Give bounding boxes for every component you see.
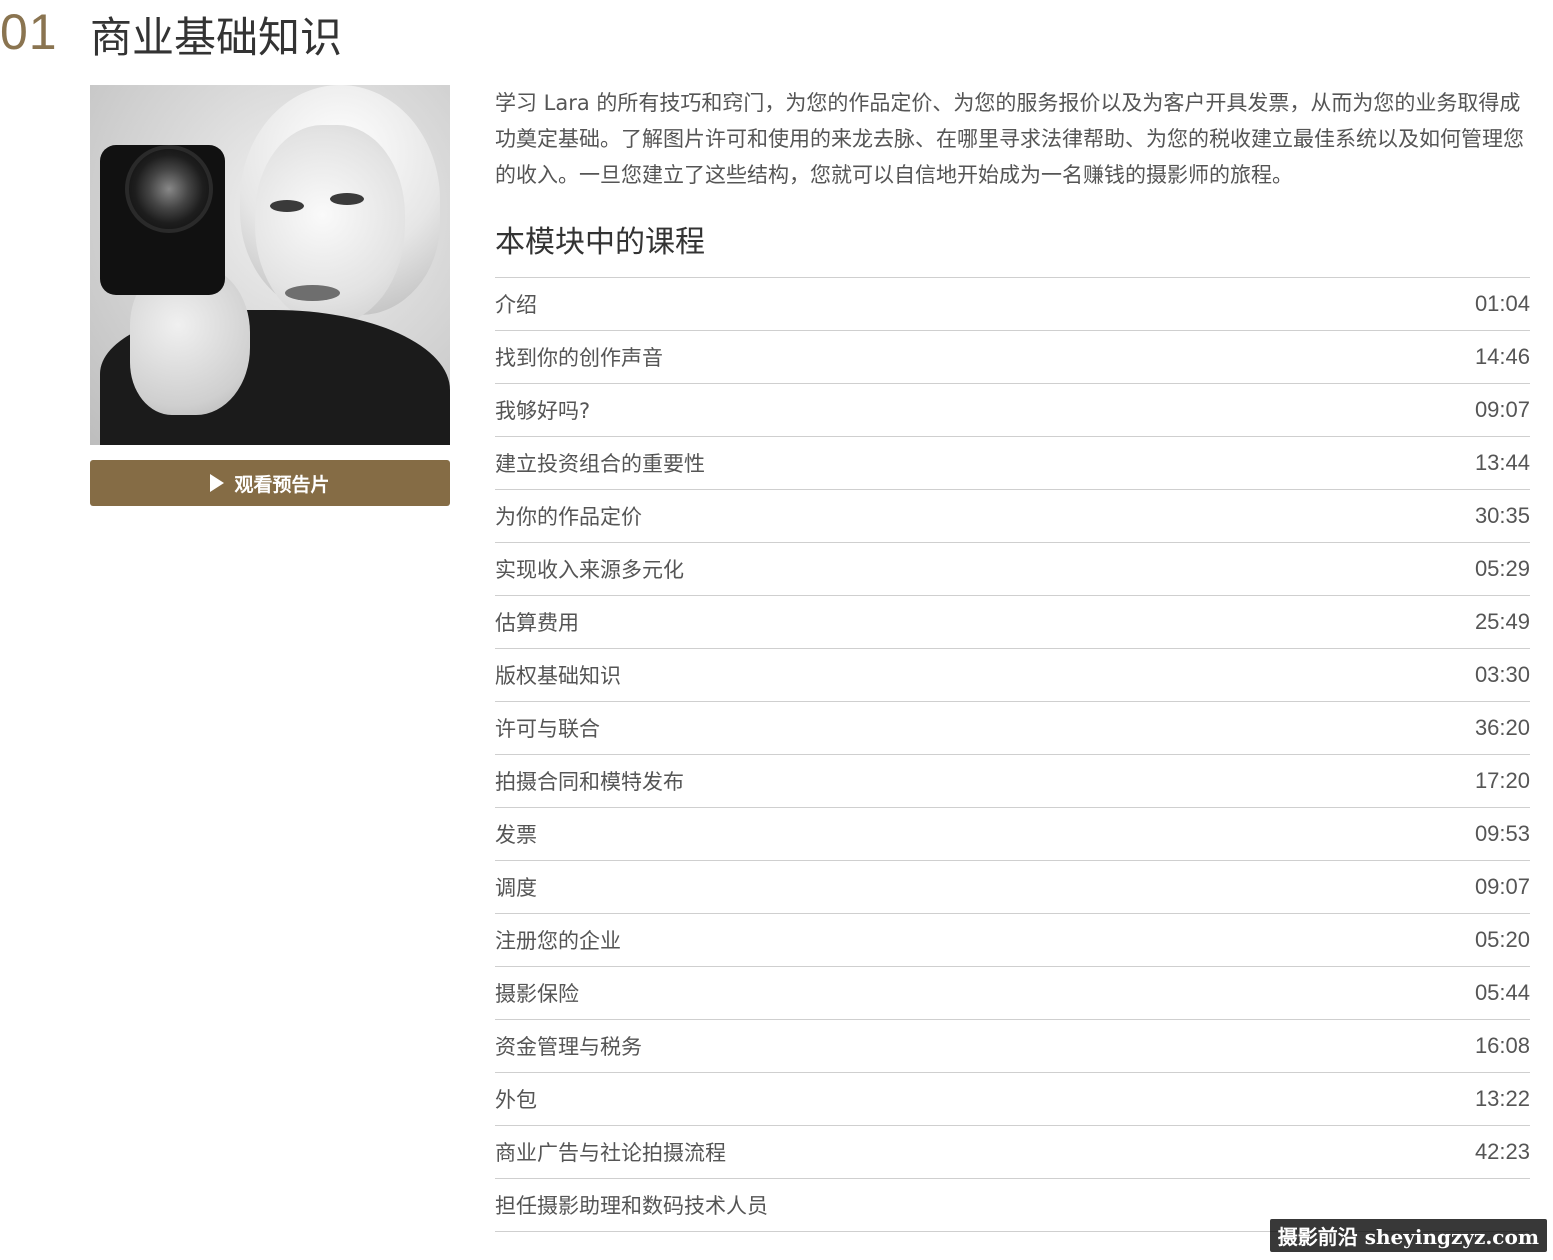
module-content: 学习 Lara 的所有技巧和窍门，为您的作品定价、为您的服务报价以及为客户开具发… [495,85,1530,1232]
lesson-title: 介绍 [495,293,537,317]
module-media: 观看预告片 [90,85,450,506]
lesson-row[interactable]: 建立投资组合的重要性 13:44 [495,437,1530,490]
lesson-duration: 14:46 [1474,344,1530,369]
lesson-duration: 13:44 [1474,450,1530,475]
lesson-row[interactable]: 外包 13:22 [495,1073,1530,1126]
lesson-duration: 05:44 [1474,980,1530,1005]
module-title: 商业基础知识 [90,13,343,62]
instructor-photo [90,85,450,445]
lesson-title: 摄影保险 [495,982,579,1006]
lesson-title: 建立投资组合的重要性 [495,452,705,476]
lesson-duration: 13:22 [1474,1086,1530,1111]
play-icon [210,474,225,492]
lesson-duration: 05:29 [1474,556,1530,581]
lesson-row[interactable]: 商业广告与社论拍摄流程 42:23 [495,1126,1530,1179]
lesson-title: 我够好吗? [495,399,591,423]
lesson-row[interactable]: 估算费用 25:49 [495,596,1530,649]
lesson-row[interactable]: 发票 09:53 [495,808,1530,861]
lesson-row[interactable]: 找到你的创作声音 14:46 [495,331,1530,384]
lesson-title: 资金管理与税务 [495,1035,642,1059]
lesson-title: 担任摄影助理和数码技术人员 [495,1194,768,1218]
lesson-title: 调度 [495,876,537,900]
lesson-title: 版权基础知识 [495,664,621,688]
lesson-title: 为你的作品定价 [495,505,642,529]
lesson-duration: 05:20 [1474,927,1530,952]
lesson-title: 商业广告与社论拍摄流程 [495,1141,726,1165]
lesson-title: 实现收入来源多元化 [495,558,684,582]
lesson-title: 许可与联合 [495,717,600,741]
watch-trailer-button[interactable]: 观看预告片 [90,460,450,506]
lesson-duration: 17:20 [1474,768,1530,793]
lesson-title: 估算费用 [495,611,579,635]
lesson-title: 发票 [495,823,537,847]
lesson-row[interactable]: 摄影保险 05:44 [495,967,1530,1020]
lesson-duration: 09:53 [1474,821,1530,846]
lesson-title: 外包 [495,1088,537,1112]
lesson-duration: 42:23 [1474,1139,1530,1164]
lesson-title: 找到你的创作声音 [495,346,663,370]
lesson-row[interactable]: 版权基础知识 03:30 [495,649,1530,702]
lesson-row[interactable]: 我够好吗? 09:07 [495,384,1530,437]
lesson-duration: 25:49 [1474,609,1530,634]
site-watermark: 摄影前沿 sheyingzyz.com [1269,1219,1547,1252]
lesson-title: 注册您的企业 [495,929,621,953]
lesson-row[interactable]: 拍摄合同和模特发布 17:20 [495,755,1530,808]
lesson-row[interactable]: 注册您的企业 05:20 [495,914,1530,967]
lesson-duration: 30:35 [1474,503,1530,528]
lesson-list: 介绍 01:04 找到你的创作声音 14:46 我够好吗? 09:07 建立投资组合的… [495,277,1530,1232]
lesson-duration: 09:07 [1474,397,1530,422]
lesson-row[interactable]: 为你的作品定价 30:35 [495,490,1530,543]
lesson-row[interactable]: 资金管理与税务 16:08 [495,1020,1530,1073]
lessons-heading: 本模块中的课程 [495,225,705,260]
watch-trailer-label: 观看预告片 [234,473,330,496]
lesson-row[interactable]: 许可与联合 36:20 [495,702,1530,755]
lesson-row[interactable]: 实现收入来源多元化 05:29 [495,543,1530,596]
lesson-duration: 01:04 [1474,291,1530,316]
lesson-row[interactable]: 调度 09:07 [495,861,1530,914]
lesson-duration: 09:07 [1474,874,1530,899]
lesson-duration: 16:08 [1474,1033,1530,1058]
module-description: 学习 Lara 的所有技巧和窍门，为您的作品定价、为您的服务报价以及为客户开具发… [495,91,1524,187]
lesson-title: 拍摄合同和模特发布 [495,770,684,794]
lesson-duration: 03:30 [1474,662,1530,687]
lesson-duration: 36:20 [1474,715,1530,740]
module-number: 01 [0,4,58,60]
lesson-row[interactable]: 介绍 01:04 [495,278,1530,331]
